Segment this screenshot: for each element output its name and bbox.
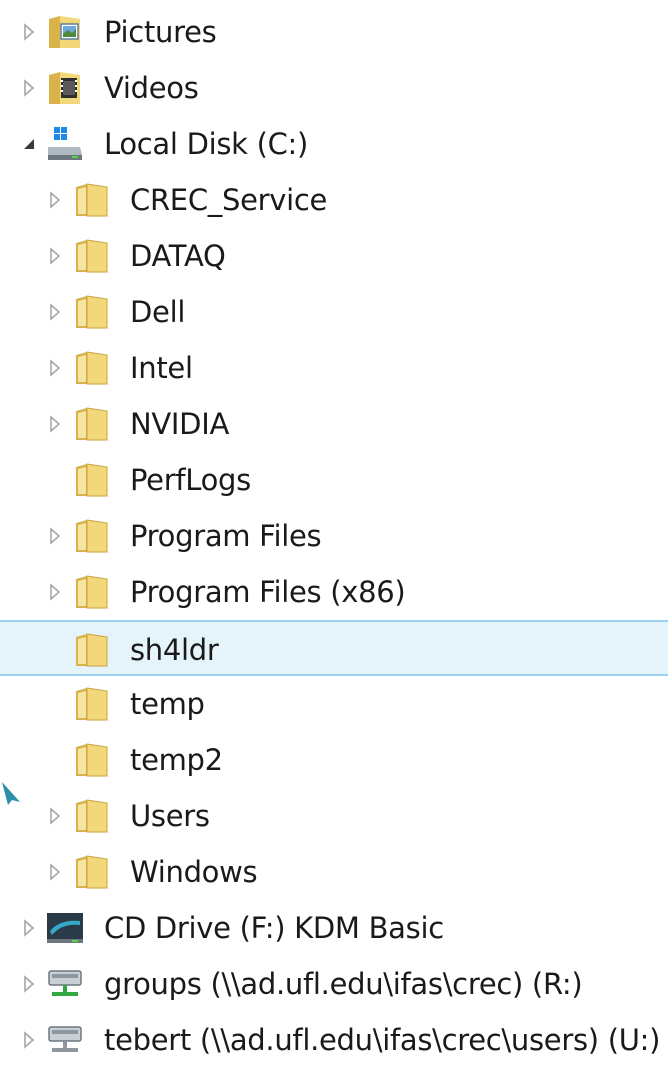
expanded-arrow-icon[interactable] bbox=[22, 135, 36, 153]
collapsed-arrow-icon[interactable] bbox=[48, 415, 62, 433]
local-disk-icon bbox=[46, 125, 84, 163]
collapsed-arrow-icon[interactable] bbox=[48, 303, 62, 321]
collapsed-arrow-icon[interactable] bbox=[48, 247, 62, 265]
tree-item-label: Program Files bbox=[130, 519, 322, 553]
folder-icon bbox=[73, 573, 111, 611]
folder-icon bbox=[73, 461, 111, 499]
tree-item-label: temp2 bbox=[130, 743, 223, 777]
collapsed-arrow-icon[interactable] bbox=[48, 527, 62, 545]
folder-icon bbox=[73, 181, 111, 219]
tree-item[interactable]: CD Drive (F:) KDM Basic bbox=[0, 900, 668, 956]
tree-item-label: CD Drive (F:) KDM Basic bbox=[104, 911, 444, 945]
folder-icon bbox=[73, 741, 111, 779]
tree-item-label: CREC_Service bbox=[130, 183, 328, 217]
collapsed-arrow-icon[interactable] bbox=[48, 359, 62, 377]
tree-item-label: tebert (\\ad.ufl.edu\ifas\crec\users) (U… bbox=[104, 1023, 661, 1057]
collapsed-arrow-icon[interactable] bbox=[22, 23, 36, 41]
tree-item-label: Videos bbox=[104, 71, 199, 105]
tree-item-label: Windows bbox=[130, 855, 258, 889]
folder-icon bbox=[73, 405, 111, 443]
disconnected-network-drive-icon bbox=[46, 1021, 84, 1059]
collapsed-arrow-icon[interactable] bbox=[48, 807, 62, 825]
folder-icon bbox=[73, 349, 111, 387]
collapsed-arrow-icon[interactable] bbox=[22, 1031, 36, 1049]
collapsed-arrow-icon[interactable] bbox=[48, 863, 62, 881]
tree-item[interactable]: Program Files bbox=[0, 508, 668, 564]
tree-item-label: Pictures bbox=[104, 15, 217, 49]
tree-item[interactable]: tebert (\\ad.ufl.edu\ifas\crec\users) (U… bbox=[0, 1012, 668, 1068]
pictures-folder-icon bbox=[46, 13, 84, 51]
videos-folder-icon bbox=[46, 69, 84, 107]
tree-item[interactable]: sh4ldr bbox=[0, 620, 668, 676]
tree-item-label: Local Disk (C:) bbox=[104, 127, 309, 161]
tree-item-label: NVIDIA bbox=[130, 407, 230, 441]
tree-item-label: Users bbox=[130, 799, 210, 833]
folder-icon bbox=[73, 293, 111, 331]
tree-item[interactable]: Local Disk (C:) bbox=[0, 116, 668, 172]
cursor-pointer-icon bbox=[2, 782, 20, 805]
tree-item-label: Dell bbox=[130, 295, 186, 329]
tree-item[interactable]: temp2 bbox=[0, 732, 668, 788]
tree-item-label: sh4ldr bbox=[130, 633, 219, 667]
collapsed-arrow-icon[interactable] bbox=[22, 975, 36, 993]
tree-item[interactable]: Program Files (x86) bbox=[0, 564, 668, 620]
tree-item[interactable]: temp bbox=[0, 676, 668, 732]
tree-item[interactable]: Intel bbox=[0, 340, 668, 396]
tree-item-label: DATAQ bbox=[130, 239, 226, 273]
tree-item-label: PerfLogs bbox=[130, 463, 251, 497]
folder-icon bbox=[73, 685, 111, 723]
tree-item-label: Program Files (x86) bbox=[130, 575, 406, 609]
tree-item-label: groups (\\ad.ufl.edu\ifas\crec) (R:) bbox=[104, 967, 583, 1001]
folder-icon bbox=[73, 853, 111, 891]
tree-item-label: temp bbox=[130, 687, 205, 721]
folder-icon bbox=[73, 797, 111, 835]
tree-item-label: Intel bbox=[130, 351, 193, 385]
tree-item[interactable]: NVIDIA bbox=[0, 396, 668, 452]
cd-drive-icon bbox=[46, 909, 84, 947]
tree-item[interactable]: groups (\\ad.ufl.edu\ifas\crec) (R:) bbox=[0, 956, 668, 1012]
collapsed-arrow-icon[interactable] bbox=[48, 583, 62, 601]
collapsed-arrow-icon[interactable] bbox=[22, 79, 36, 97]
tree-item[interactable]: CREC_Service bbox=[0, 172, 668, 228]
tree-item[interactable]: Pictures bbox=[0, 4, 668, 60]
tree-item[interactable]: DATAQ bbox=[0, 228, 668, 284]
folder-icon bbox=[73, 237, 111, 275]
tree-item[interactable]: Dell bbox=[0, 284, 668, 340]
folder-icon bbox=[73, 517, 111, 555]
tree-item[interactable]: Users bbox=[0, 788, 668, 844]
tree-item[interactable]: Windows bbox=[0, 844, 668, 900]
collapsed-arrow-icon[interactable] bbox=[48, 191, 62, 209]
folder-icon bbox=[73, 631, 111, 669]
navigation-tree: Pictures Videos Local Disk (C:) CREC_Ser… bbox=[0, 4, 668, 1068]
tree-item[interactable]: PerfLogs bbox=[0, 452, 668, 508]
network-drive-icon bbox=[46, 965, 84, 1003]
tree-item[interactable]: Videos bbox=[0, 60, 668, 116]
collapsed-arrow-icon[interactable] bbox=[22, 919, 36, 937]
